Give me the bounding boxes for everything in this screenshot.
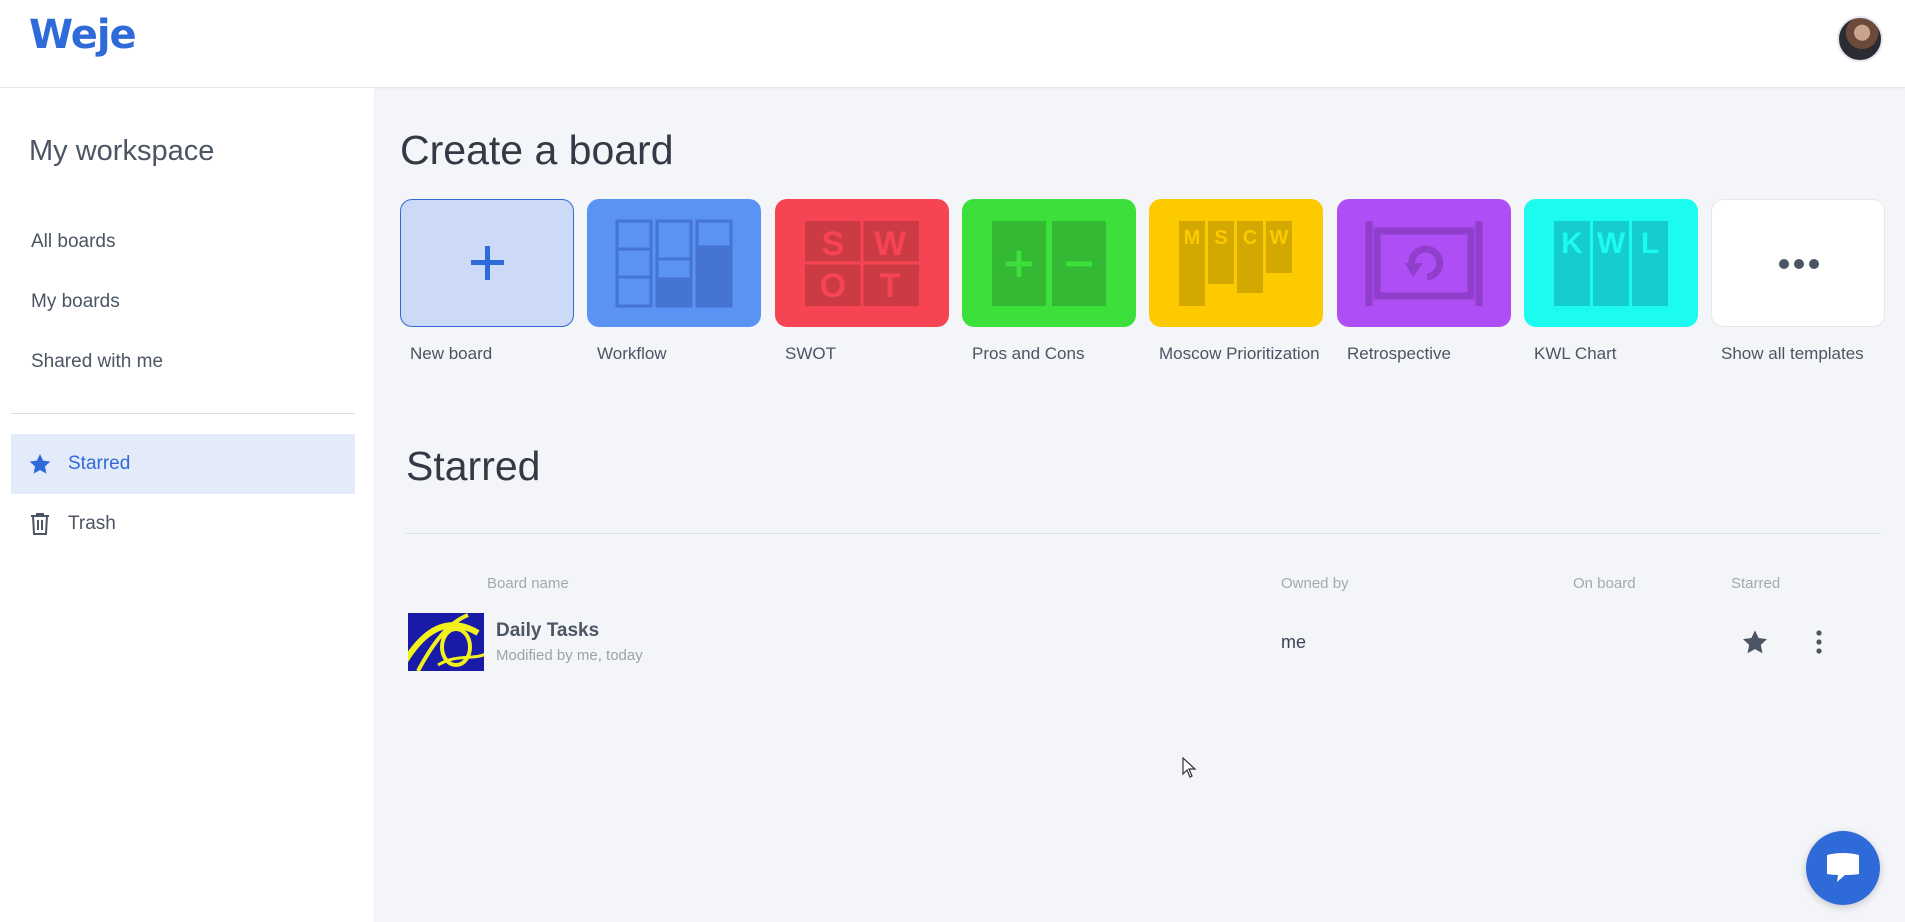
pros-cons-icon: + − [992,221,1106,306]
mouse-cursor-icon [1182,757,1197,778]
board-modified: Modified by me, today [496,647,643,664]
sidebar-item-all-boards[interactable]: All boards [31,231,116,253]
kwl-letter: K [1561,227,1583,260]
more-horizontal-icon [1779,259,1819,269]
column-header-owned-by: Owned by [1281,575,1349,592]
kwl-template-tile[interactable]: K W L [1524,199,1698,327]
swot-letter: T [880,267,901,305]
tile-label-kwl: KWL Chart [1534,344,1617,363]
cons-sign: − [1061,238,1096,287]
moscow-icon: M S C W [1179,221,1292,306]
swot-template-tile[interactable]: S W O T [775,199,949,327]
moscow-letter: W [1270,227,1289,249]
create-board-heading: Create a board [400,127,674,173]
workspace-title: My workspace [29,135,215,167]
retrospective-icon [1365,221,1483,306]
board-title: Daily Tasks [496,620,600,641]
chat-icon [1827,853,1859,882]
moscow-letter: C [1243,227,1257,249]
kwl-letter: W [1597,227,1626,260]
column-header-starred: Starred [1731,575,1781,592]
table-row[interactable]: Daily Tasks Modified by me, today me [406,610,1881,674]
sidebar-item-trash[interactable]: Trash [11,494,355,554]
kwl-letter: L [1641,227,1659,260]
moscow-letter: S [1214,227,1227,249]
sidebar-item-label: Trash [68,513,116,534]
tile-label-workflow: Workflow [597,344,667,363]
board-thumbnail [408,613,484,671]
star-icon [28,452,52,476]
swot-letter: O [820,267,846,305]
star-icon[interactable] [1741,628,1769,656]
more-vertical-icon[interactable] [1809,628,1829,656]
trash-icon [28,512,52,536]
tile-label-moscow: Moscow Prioritization [1159,344,1320,363]
new-board-tile[interactable] [400,199,574,327]
tile-label-show-all: Show all templates [1721,344,1864,363]
tile-label-retrospective: Retrospective [1347,344,1451,363]
sidebar-item-shared-with-me[interactable]: Shared with me [31,351,163,373]
retrospective-template-tile[interactable] [1337,199,1511,327]
tile-label-swot: SWOT [785,344,836,363]
chat-button[interactable] [1806,831,1880,905]
pros-sign: + [1001,238,1036,287]
column-header-board-name: Board name [487,575,569,592]
section-divider [406,533,1881,534]
sidebar-item-my-boards[interactable]: My boards [31,291,120,313]
moscow-letter: M [1184,227,1201,249]
moscow-template-tile[interactable]: M S C W [1149,199,1323,327]
column-header-on-board: On board [1573,575,1636,592]
workflow-icon [615,219,733,308]
tile-label-new-board: New board [410,344,493,363]
tile-label-pros-and-cons: Pros and Cons [972,344,1085,363]
sidebar-item-label: Starred [68,453,131,474]
starred-heading: Starred [406,443,541,489]
plus-icon [471,246,504,280]
show-all-templates-tile[interactable] [1711,199,1885,327]
sidebar: My workspace All boards My boards Shared… [0,88,375,922]
user-avatar[interactable] [1837,16,1883,62]
pros-cons-template-tile[interactable]: + − [962,199,1136,327]
swot-letter: S [822,225,845,263]
top-header: Weje [0,0,1905,88]
sidebar-divider [11,413,355,414]
swot-letter: W [874,225,907,263]
swot-icon: S W O T [805,221,919,306]
sidebar-item-starred[interactable]: Starred [11,434,355,494]
board-owner: me [1281,632,1307,652]
workflow-template-tile[interactable] [587,199,761,327]
weje-logo[interactable]: Weje [29,12,137,58]
kwl-icon: K W L [1554,221,1668,306]
